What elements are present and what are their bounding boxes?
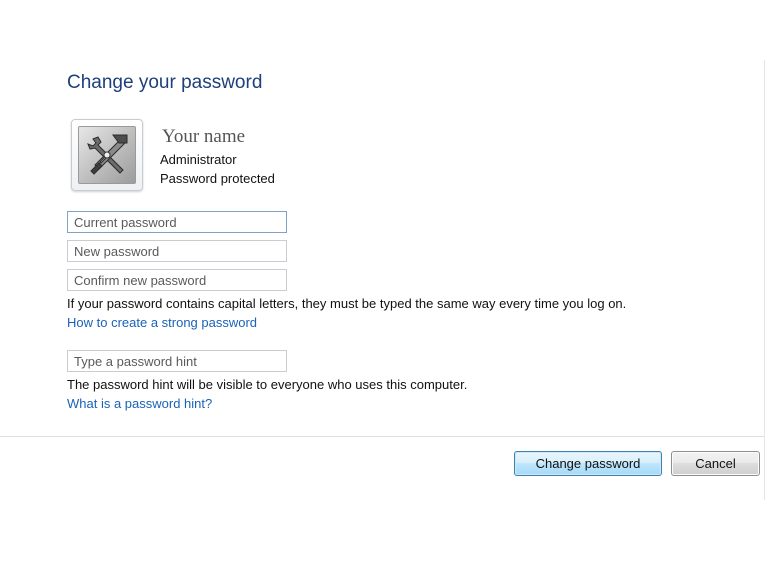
user-status: Password protected — [160, 171, 275, 186]
page-title: Change your password — [67, 72, 263, 93]
current-password-input[interactable] — [67, 211, 287, 233]
password-hint-help-link[interactable]: What is a password hint? — [67, 396, 212, 411]
change-password-button[interactable]: Change password — [514, 451, 662, 476]
confirm-password-input[interactable] — [67, 269, 287, 291]
avatar — [71, 119, 143, 191]
footer-divider — [0, 436, 764, 437]
password-hint-input[interactable] — [67, 350, 287, 372]
change-password-window: Change your password Your name Administr… — [0, 0, 768, 563]
capital-letters-note: If your password contains capital letter… — [67, 296, 627, 311]
hammer-wrench-tools-icon — [78, 126, 136, 184]
hint-visibility-note: The password hint will be visible to eve… — [67, 377, 468, 392]
new-password-input[interactable] — [67, 240, 287, 262]
window-edge — [764, 60, 765, 500]
strong-password-link[interactable]: How to create a strong password — [67, 315, 257, 330]
user-role: Administrator — [160, 152, 237, 167]
cancel-button[interactable]: Cancel — [671, 451, 760, 476]
user-name: Your name — [162, 126, 246, 147]
